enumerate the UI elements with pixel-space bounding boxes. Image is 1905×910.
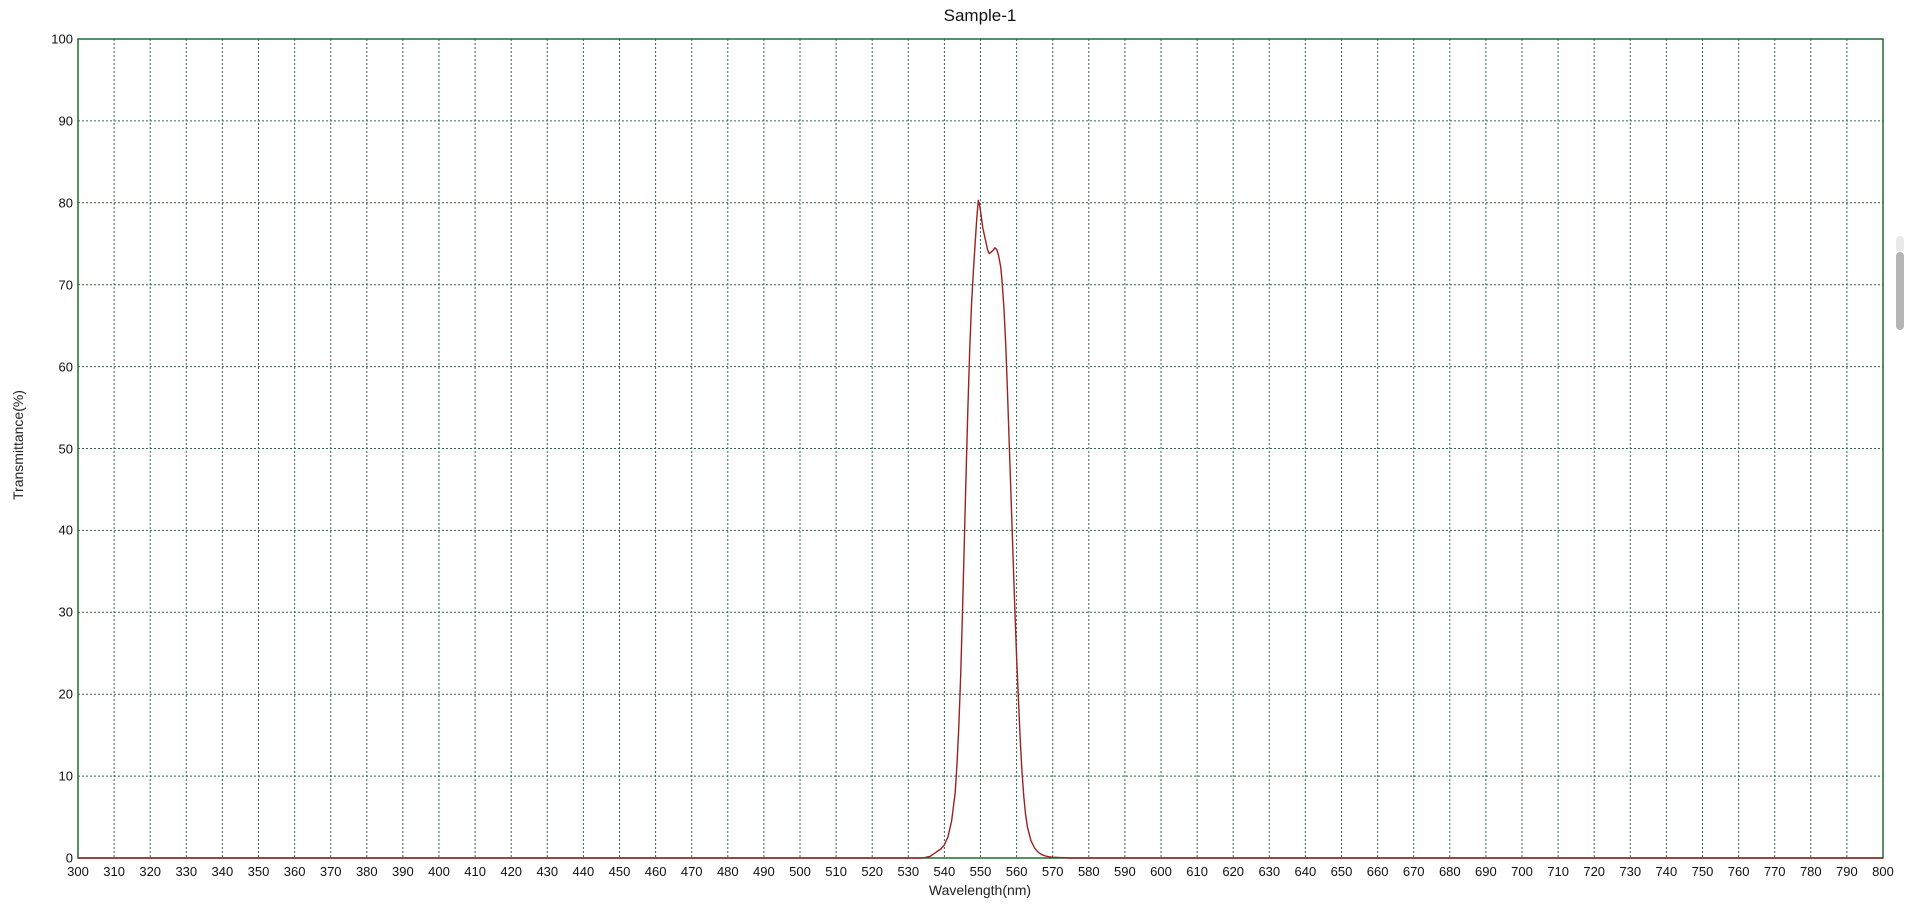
y-tick-label: 30 (59, 605, 73, 620)
x-tick-label: 770 (1764, 864, 1786, 879)
x-tick-label: 300 (67, 864, 89, 879)
x-tick-label: 640 (1295, 864, 1317, 879)
y-tick-label: 40 (59, 523, 73, 538)
x-tick-label: 320 (139, 864, 161, 879)
x-tick-label: 440 (573, 864, 595, 879)
chart-canvas: Sample-1 Transmittance(%) Wavelength(nm)… (0, 0, 1905, 910)
x-tick-label: 480 (717, 864, 739, 879)
x-tick-label: 410 (464, 864, 486, 879)
x-tick-label: 700 (1511, 864, 1533, 879)
x-tick-label: 680 (1439, 864, 1461, 879)
x-tick-label: 340 (212, 864, 234, 879)
x-tick-label: 420 (500, 864, 522, 879)
x-tick-label: 330 (175, 864, 197, 879)
gridlines (78, 39, 1883, 858)
x-tick-label: 800 (1872, 864, 1894, 879)
x-tick-label: 710 (1547, 864, 1569, 879)
x-tick-label: 660 (1367, 864, 1389, 879)
y-tick-label: 0 (66, 851, 73, 866)
scrollbar-track[interactable] (1896, 236, 1904, 252)
y-tick-label: 10 (59, 769, 73, 784)
screen: { "title": "Sample-1", "chart_data": { "… (0, 0, 1905, 910)
scrollbar-thumb[interactable] (1896, 252, 1904, 330)
x-tick-label: 570 (1042, 864, 1064, 879)
x-tick-label: 760 (1728, 864, 1750, 879)
x-tick-label: 310 (103, 864, 125, 879)
y-tick-label: 80 (59, 195, 73, 210)
y-tick-label: 70 (59, 277, 73, 292)
x-tick-label: 630 (1258, 864, 1280, 879)
x-tick-label: 490 (753, 864, 775, 879)
x-tick-label: 390 (392, 864, 414, 879)
x-tick-label: 720 (1583, 864, 1605, 879)
x-tick-label: 670 (1403, 864, 1425, 879)
x-tick-label: 780 (1800, 864, 1822, 879)
x-tick-label: 560 (1006, 864, 1028, 879)
x-tick-label: 620 (1222, 864, 1244, 879)
x-tick-label: 360 (284, 864, 306, 879)
x-tick-label: 510 (825, 864, 847, 879)
x-tick-label: 550 (970, 864, 992, 879)
y-tick-label: 90 (59, 113, 73, 128)
x-tick-label: 380 (356, 864, 378, 879)
x-tick-label: 540 (934, 864, 956, 879)
x-tick-label: 750 (1692, 864, 1714, 879)
x-tick-label: 730 (1619, 864, 1641, 879)
y-tick-label: 60 (59, 359, 73, 374)
x-tick-label: 650 (1331, 864, 1353, 879)
x-tick-label: 400 (428, 864, 450, 879)
x-tick-label: 460 (645, 864, 667, 879)
y-tick-label: 100 (51, 32, 73, 47)
y-tick-label: 50 (59, 441, 73, 456)
plot-area (0, 0, 1905, 910)
x-tick-label: 740 (1656, 864, 1678, 879)
x-tick-label: 500 (789, 864, 811, 879)
x-tick-label: 370 (320, 864, 342, 879)
x-tick-label: 590 (1114, 864, 1136, 879)
x-tick-label: 530 (897, 864, 919, 879)
y-tick-label: 20 (59, 687, 73, 702)
x-tick-label: 470 (681, 864, 703, 879)
x-tick-label: 790 (1836, 864, 1858, 879)
x-tick-label: 610 (1186, 864, 1208, 879)
x-tick-label: 450 (609, 864, 631, 879)
x-tick-label: 580 (1078, 864, 1100, 879)
x-tick-label: 600 (1150, 864, 1172, 879)
x-tick-label: 430 (536, 864, 558, 879)
x-tick-label: 690 (1475, 864, 1497, 879)
x-tick-label: 350 (248, 864, 270, 879)
x-tick-label: 520 (861, 864, 883, 879)
